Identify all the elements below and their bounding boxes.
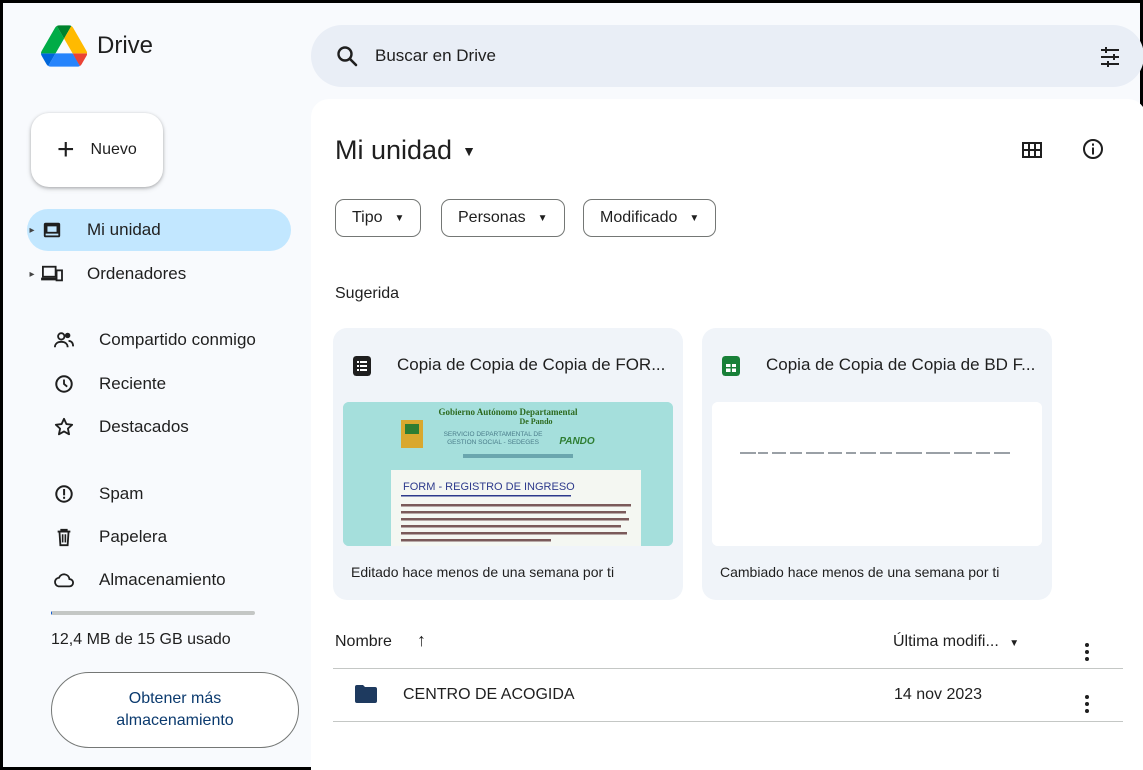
preview-service-line2: GESTION SOCIAL - SEDEGES <box>447 439 540 446</box>
sidebar-item-label: Mi unidad <box>87 220 161 239</box>
drive-logo[interactable]: Drive <box>41 25 153 67</box>
app-name: Drive <box>97 32 154 59</box>
filter-chip-label: Modificado <box>600 209 678 226</box>
new-button[interactable]: + Nuevo <box>31 113 163 187</box>
suggested-file-card[interactable]: Copia de Copia de Copia de BD F... Cambi… <box>702 328 1052 600</box>
table-row[interactable]: CENTRO DE ACOGIDA 14 nov 2023 <box>333 670 1123 722</box>
shared-people-icon <box>53 329 75 351</box>
column-header-modified[interactable]: Última modifi... ▼ <box>893 633 1019 651</box>
expand-caret-icon[interactable]: ▸ <box>27 225 37 236</box>
spam-icon <box>53 483 75 505</box>
new-button-label: Nuevo <box>90 141 137 158</box>
file-list-header: Nombre ↑ Última modifi... ▼ <box>333 629 1123 669</box>
sort-arrow-up-icon[interactable]: ↑ <box>417 630 426 651</box>
filter-chip-tipo[interactable]: Tipo ▼ <box>335 199 422 237</box>
filter-chip-modificado[interactable]: Modificado ▼ <box>583 199 717 237</box>
sidebar-item-papelera[interactable]: Papelera <box>27 516 291 558</box>
search-bar[interactable]: Buscar en Drive <box>311 25 1143 87</box>
suggested-file-card[interactable]: Copia de Copia de Copia de FOR... Gobier… <box>333 328 683 600</box>
file-thumbnail <box>712 402 1042 546</box>
preview-form-title: FORM - REGISTRO DE INGRESO <box>403 481 575 493</box>
filter-chip-personas[interactable]: Personas ▼ <box>441 199 565 237</box>
sidebar-item-label: Compartido conmigo <box>99 330 256 349</box>
sidebar-item-label: Almacenamiento <box>99 570 226 589</box>
filter-chip-label: Tipo <box>352 209 383 226</box>
drive-icon <box>41 219 63 241</box>
folder-icon <box>355 685 377 703</box>
search-placeholder[interactable]: Buscar en Drive <box>375 46 496 66</box>
preview-org-line1: Gobierno Autónomo Departamental <box>439 407 578 417</box>
file-name: CENTRO DE ACOGIDA <box>403 686 575 703</box>
computer-icon <box>41 263 63 285</box>
star-icon <box>53 416 75 438</box>
page-title-dropdown[interactable]: Mi unidad ▼ <box>335 135 476 166</box>
sidebar-item-destacados[interactable]: Destacados <box>27 406 291 448</box>
card-footer: Editado hace menos de una semana por ti <box>351 564 615 580</box>
main-panel: Mi unidad ▼ Tipo ▼ Personas ▼ Modificado… <box>311 99 1143 770</box>
search-icon[interactable] <box>335 44 359 68</box>
page-title: Mi unidad <box>335 135 453 165</box>
plus-icon: + <box>57 133 75 166</box>
card-footer: Cambiado hace menos de una semana por ti <box>720 564 1000 580</box>
drive-logo-icon <box>41 25 87 67</box>
forms-file-icon <box>353 356 371 376</box>
card-title: Copia de Copia de Copia de FOR... <box>397 355 666 374</box>
sidebar-item-reciente[interactable]: Reciente <box>27 363 291 405</box>
sidebar-item-label: Spam <box>99 484 144 503</box>
sheet-preview-graphic <box>712 402 1042 546</box>
sidebar-item-label: Reciente <box>99 374 167 393</box>
sidebar-item-label: Papelera <box>99 527 168 546</box>
sheets-file-icon <box>722 356 740 376</box>
sidebar-item-spam[interactable]: Spam <box>27 473 291 515</box>
column-header-name[interactable]: Nombre <box>335 633 392 651</box>
clock-icon <box>53 373 75 395</box>
trash-icon <box>53 526 75 548</box>
filter-chip-label: Personas <box>458 209 526 226</box>
sidebar-item-label: Destacados <box>99 417 189 436</box>
dropdown-arrow-icon: ▼ <box>1009 638 1020 649</box>
info-icon[interactable] <box>1081 137 1105 161</box>
search-options-icon[interactable] <box>1098 45 1122 69</box>
more-options-icon[interactable] <box>1085 631 1089 661</box>
get-more-storage-button[interactable]: Obtener más almacenamiento <box>51 672 299 748</box>
sidebar-item-almacenamiento[interactable]: Almacenamiento <box>27 559 291 601</box>
sidebar-item-mi-unidad[interactable]: ▸ Mi unidad <box>27 209 291 251</box>
expand-caret-icon[interactable]: ▸ <box>27 269 37 280</box>
storage-usage-text: 12,4 MB de 15 GB usado <box>51 631 231 648</box>
dropdown-arrow-icon: ▼ <box>462 142 476 159</box>
grid-view-icon[interactable] <box>1021 139 1043 161</box>
sidebar-item-ordenadores[interactable]: ▸ Ordenadores <box>27 253 291 295</box>
sidebar-item-compartido[interactable]: Compartido conmigo <box>27 319 291 361</box>
file-thumbnail: Gobierno Autónomo Departamental De Pando… <box>343 402 673 546</box>
card-title: Copia de Copia de Copia de BD F... <box>766 355 1036 374</box>
preview-service-line1: SERVICIO DEPARTAMENTAL DE <box>444 431 544 438</box>
dropdown-arrow-icon: ▼ <box>394 212 405 224</box>
storage-progress-bar <box>51 611 255 615</box>
column-header-modified-label: Última modifi... <box>893 633 999 650</box>
suggested-section-title: Sugerida <box>335 285 400 302</box>
sidebar-item-label: Ordenadores <box>87 264 187 283</box>
dropdown-arrow-icon: ▼ <box>537 212 548 224</box>
more-options-icon[interactable] <box>1085 683 1089 713</box>
file-modified-date: 14 nov 2023 <box>894 686 983 703</box>
drive-window: Drive Buscar en Drive + Nuevo ▸ Mi unida… <box>0 0 1143 770</box>
form-preview-graphic: Gobierno Autónomo Departamental De Pando… <box>343 402 673 546</box>
dropdown-arrow-icon: ▼ <box>689 212 700 224</box>
storage-progress-fill <box>51 611 53 615</box>
cloud-icon <box>53 569 75 591</box>
preview-org-line2: De Pando <box>519 417 552 426</box>
preview-brand: PANDO <box>559 436 595 447</box>
